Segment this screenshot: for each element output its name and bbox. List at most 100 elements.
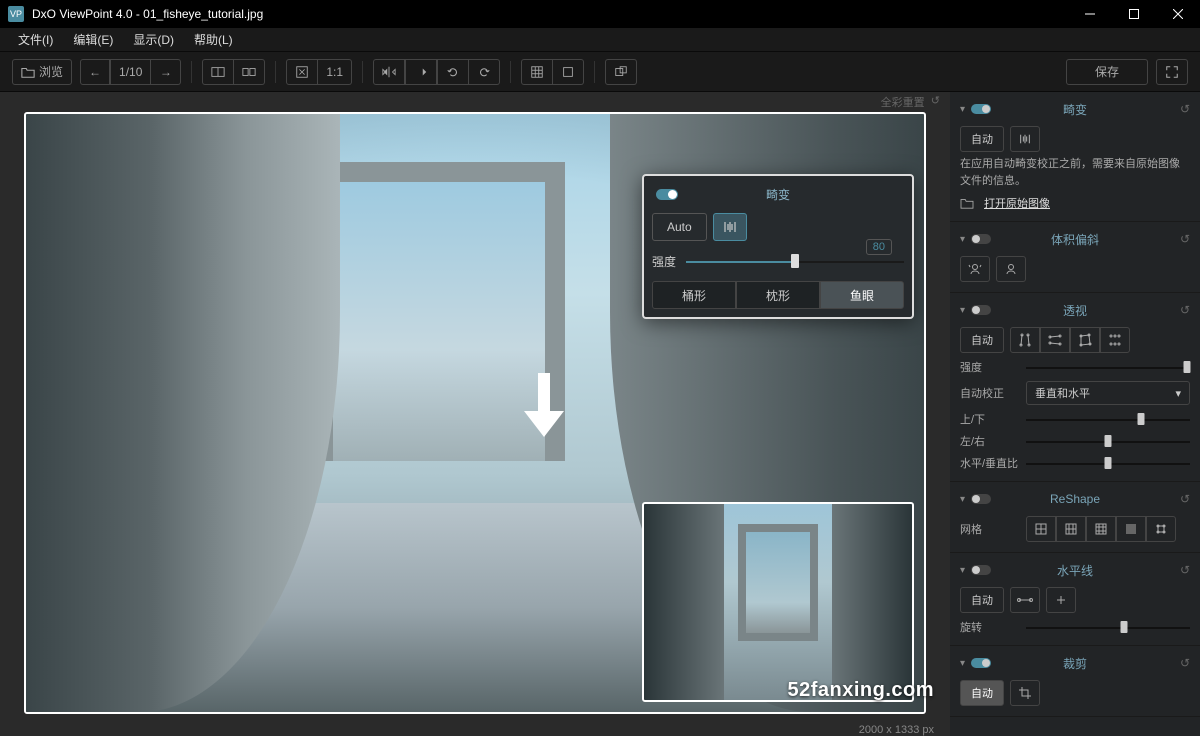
popup-toggle[interactable]	[656, 189, 678, 200]
reset-icon[interactable]: ↺	[1180, 656, 1190, 670]
distortion-manual-button[interactable]	[1010, 126, 1040, 152]
flip-h-button[interactable]	[373, 59, 405, 85]
perspective-toggle[interactable]	[971, 305, 991, 315]
reset-icon[interactable]: ↺	[1180, 303, 1190, 317]
save-button[interactable]: 保存	[1066, 59, 1148, 85]
rotate-ccw-button[interactable]	[437, 59, 469, 85]
section-perspective: ▾ 透视 ↺ 自动 强度 自动校正 垂直和水平▾	[950, 293, 1200, 482]
tab-barrel[interactable]: 桶形	[652, 281, 736, 309]
crop-overlay-button[interactable]	[553, 59, 584, 85]
horizon-vertical-button[interactable]	[1046, 587, 1076, 613]
reset-icon[interactable]: ↺	[1180, 563, 1190, 577]
popup-auto-button[interactable]: Auto	[652, 213, 707, 241]
perspective-vertical-button[interactable]	[1010, 327, 1040, 353]
chevron-down-icon[interactable]: ▾	[960, 565, 965, 576]
horizon-level-button[interactable]	[1010, 587, 1040, 613]
ratio-label: 水平/垂直比	[960, 455, 1020, 471]
distortion-toggle[interactable]	[971, 104, 991, 114]
reset-icon[interactable]: ↺	[1180, 232, 1190, 246]
section-horizon: ▾ 水平线 ↺ 自动 旋转	[950, 553, 1200, 646]
section-crop: ▾ 裁剪 ↺ 自动	[950, 646, 1200, 717]
updown-slider[interactable]	[1026, 411, 1190, 427]
section-title: 透视	[1063, 302, 1087, 319]
right-panel: ▾ 畸变 ↺ 自动 在应用自动畸变校正之前，需要来自原始图像文件的信息。 打开原…	[950, 92, 1200, 736]
crop-manual-button[interactable]	[1010, 680, 1040, 706]
section-volume: ▾ 体积偏斜 ↺	[950, 222, 1200, 293]
section-title: ReShape	[1050, 492, 1100, 506]
compare-side-button[interactable]	[234, 59, 265, 85]
distortion-auto-button[interactable]: 自动	[960, 126, 1004, 152]
perspective-8point-button[interactable]	[1100, 327, 1130, 353]
reset-icon[interactable]: ↺	[1180, 102, 1190, 116]
loupe-button[interactable]	[605, 59, 637, 85]
grid-3-button[interactable]	[1026, 516, 1056, 542]
tab-pincushion[interactable]: 枕形	[736, 281, 820, 309]
compare-split-button[interactable]	[202, 59, 234, 85]
crop-toggle[interactable]	[971, 658, 991, 668]
perspective-intensity-slider[interactable]	[1026, 359, 1190, 375]
auto-correct-select[interactable]: 垂直和水平▾	[1026, 381, 1190, 405]
zoom-100-button[interactable]: 1:1	[318, 59, 352, 85]
grid-button[interactable]	[521, 59, 553, 85]
distortion-type-tabs: 桶形 枕形 鱼眼	[652, 281, 904, 309]
chevron-down-icon[interactable]: ▾	[960, 494, 965, 505]
ratio-slider[interactable]	[1026, 455, 1190, 471]
tab-fisheye[interactable]: 鱼眼	[820, 281, 904, 309]
perspective-horizontal-button[interactable]	[1040, 327, 1070, 353]
leftright-slider[interactable]	[1026, 433, 1190, 449]
intensity-slider[interactable]: 80	[686, 251, 904, 271]
flip-v-button[interactable]	[405, 59, 437, 85]
section-distortion: ▾ 畸变 ↺ 自动 在应用自动畸变校正之前，需要来自原始图像文件的信息。 打开原…	[950, 92, 1200, 222]
next-page-button[interactable]: →	[151, 59, 181, 85]
maximize-button[interactable]	[1112, 0, 1156, 28]
section-title: 水平线	[1057, 562, 1093, 579]
minimize-button[interactable]	[1068, 0, 1112, 28]
horizon-auto-button[interactable]: 自动	[960, 587, 1004, 613]
image-preview[interactable]: 畸变 Auto 强度 80	[24, 112, 926, 714]
rotate-label: 旋转	[960, 619, 1020, 635]
auto-correct-label: 自动校正	[960, 385, 1020, 401]
chevron-down-icon[interactable]: ▾	[960, 658, 965, 669]
app-logo: VP	[8, 6, 24, 22]
horizon-toggle[interactable]	[971, 565, 991, 575]
menu-view[interactable]: 显示(D)	[123, 28, 184, 51]
fit-button[interactable]	[286, 59, 318, 85]
page-nav: ← 1/10 →	[80, 59, 181, 85]
fullscreen-button[interactable]	[1156, 59, 1188, 85]
grid-custom-button[interactable]	[1146, 516, 1176, 542]
grid-7-button[interactable]	[1086, 516, 1116, 542]
perspective-auto-button[interactable]: 自动	[960, 327, 1004, 353]
rotate-cw-button[interactable]	[469, 59, 500, 85]
prev-page-button[interactable]: ←	[80, 59, 110, 85]
menu-help[interactable]: 帮助(L)	[184, 28, 243, 51]
intensity-label: 强度	[960, 359, 1020, 375]
chevron-down-icon[interactable]: ▾	[960, 234, 965, 245]
volume-mode2-button[interactable]	[996, 256, 1026, 282]
close-button[interactable]	[1156, 0, 1200, 28]
section-reshape: ▾ ReShape ↺ 网格	[950, 482, 1200, 553]
grid-dense-button[interactable]	[1116, 516, 1146, 542]
volume-toggle[interactable]	[971, 234, 991, 244]
reset-icon[interactable]: ↺	[1180, 492, 1190, 506]
popup-manual-button[interactable]	[713, 213, 747, 241]
titlebar: VP DxO ViewPoint 4.0 - 01_fisheye_tutori…	[0, 0, 1200, 28]
chevron-down-icon[interactable]: ▾	[960, 305, 965, 316]
grid-5-button[interactable]	[1056, 516, 1086, 542]
perspective-rectangle-button[interactable]	[1070, 327, 1100, 353]
reshape-toggle[interactable]	[971, 494, 991, 504]
window-title: DxO ViewPoint 4.0 - 01_fisheye_tutorial.…	[32, 7, 1068, 21]
updown-label: 上/下	[960, 411, 1020, 427]
result-preview	[642, 502, 914, 702]
volume-mode1-button[interactable]	[960, 256, 990, 282]
distortion-popup: 畸变 Auto 强度 80	[642, 174, 914, 319]
menu-edit[interactable]: 编辑(E)	[63, 28, 123, 51]
intensity-value: 80	[866, 239, 892, 255]
reset-all-label[interactable]: 全彩重置	[881, 94, 925, 110]
browse-button[interactable]: 浏览	[12, 59, 72, 85]
chevron-down-icon[interactable]: ▾	[960, 104, 965, 115]
rotate-slider[interactable]	[1026, 619, 1190, 635]
open-original-link[interactable]: 打开原始图像	[984, 195, 1050, 211]
window-controls	[1068, 0, 1200, 28]
menu-file[interactable]: 文件(I)	[8, 28, 63, 51]
crop-auto-button[interactable]: 自动	[960, 680, 1004, 706]
